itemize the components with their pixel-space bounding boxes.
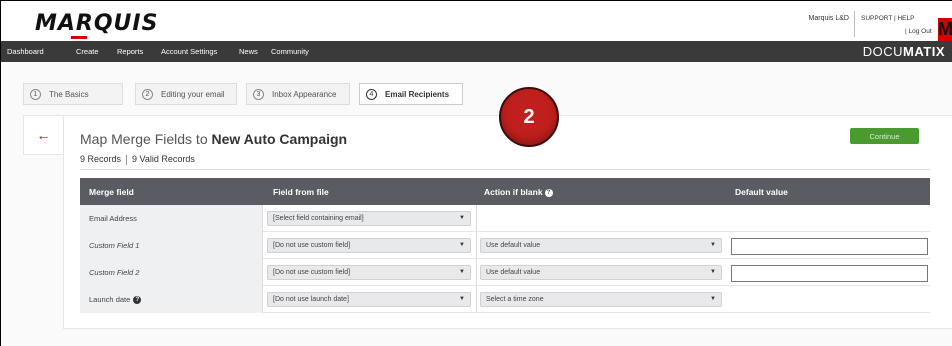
table-header: Merge field Field from file Action if bl…	[80, 178, 930, 205]
caret-down-icon: ▼	[459, 215, 465, 221]
caret-down-icon: ▼	[710, 296, 716, 302]
select-value: Use default value	[486, 242, 541, 249]
nav-community[interactable]: Community	[271, 47, 309, 56]
brand-light: DOCU	[862, 44, 904, 59]
header-default-value: Default value	[735, 187, 788, 197]
select-value: [Do not use custom field]	[273, 269, 351, 276]
brand-badge-icon: M	[938, 18, 952, 41]
annotation-badge: 2	[499, 87, 559, 147]
select-value: Select a time zone	[486, 296, 544, 303]
table-row: Launch date? [Do not use launch date] ▼ S…	[80, 286, 930, 313]
help-icon[interactable]: ?	[544, 188, 553, 197]
column-divider	[476, 232, 477, 259]
app-window: MARQUIS Marquis L&D SUPPORT | HELP | Log…	[0, 0, 952, 346]
logout-link[interactable]: | Log Out	[905, 28, 932, 35]
select-value: Use default value	[486, 269, 541, 276]
action-select[interactable]: Use default value ▼	[480, 265, 722, 280]
nav-account-settings[interactable]: Account Settings	[161, 47, 217, 56]
step-email-recipients[interactable]: 4 Email Recipients	[359, 83, 463, 105]
step-label: Editing your email	[161, 89, 225, 99]
header-divider	[854, 11, 855, 37]
step-inbox-appearance[interactable]: 3 Inbox Appearance	[246, 83, 350, 105]
table-row: Custom Field 2 [Do not use custom field]…	[80, 259, 930, 286]
page-title: Map Merge Fields to New Auto Campaign	[80, 131, 347, 147]
default-value-input[interactable]	[731, 265, 928, 282]
back-arrow-icon[interactable]: ←	[23, 115, 63, 155]
step-number: 4	[366, 88, 377, 100]
table-row: Email Address [Select field containing e…	[80, 205, 930, 232]
select-value: [Do not use custom field]	[273, 242, 351, 249]
caret-down-icon: ▼	[459, 296, 465, 302]
table-row: Custom Field 1 [Do not use custom field]…	[80, 232, 930, 259]
marquis-logo[interactable]: MARQUIS	[35, 11, 158, 36]
select-value: [Do not use launch date]	[273, 296, 349, 303]
continue-button[interactable]: Continue	[850, 128, 919, 144]
top-header: MARQUIS Marquis L&D SUPPORT | HELP | Log…	[1, 1, 952, 41]
valid-records-count: 9 Valid Records	[132, 154, 195, 164]
nav-create[interactable]: Create	[76, 47, 99, 56]
column-divider	[476, 259, 477, 286]
step-label: Inbox Appearance	[272, 89, 337, 99]
caret-down-icon: ▼	[710, 242, 716, 248]
nav-dashboard[interactable]: Dashboard	[7, 47, 44, 56]
logo-accent	[71, 36, 87, 39]
title-prefix: Map Merge Fields to	[80, 131, 208, 147]
user-name: Marquis L&D	[808, 15, 849, 22]
header-field-from-file: Field from file	[273, 187, 329, 197]
divider	[80, 169, 930, 170]
header-merge-field: Merge field	[89, 187, 134, 197]
help-icon[interactable]: ?	[133, 295, 142, 304]
step-number: 1	[30, 88, 41, 100]
row-label: Custom Field 1	[80, 232, 263, 259]
caret-down-icon: ▼	[459, 242, 465, 248]
campaign-name: New Auto Campaign	[211, 131, 348, 147]
support-help-link[interactable]: SUPPORT | HELP	[861, 15, 914, 22]
step-the-basics[interactable]: 1 The Basics	[23, 83, 123, 105]
action-select[interactable]: Use default value ▼	[480, 238, 722, 253]
field-select[interactable]: [Do not use custom field] ▼	[267, 265, 471, 280]
records-divider	[126, 154, 128, 165]
row-label: Launch date?	[80, 286, 263, 313]
row-label: Email Address	[80, 205, 263, 232]
field-select[interactable]: [Do not use custom field] ▼	[267, 238, 471, 253]
brand-bold: MATIX	[903, 44, 945, 59]
step-editing-email[interactable]: 2 Editing your email	[135, 83, 237, 105]
main-nav: Dashboard Create Reports Account Setting…	[1, 41, 952, 62]
step-label: Email Recipients	[385, 89, 450, 99]
nav-news[interactable]: News	[239, 47, 258, 56]
header-action-label: Action if blank	[484, 187, 543, 197]
field-select[interactable]: [Do not use launch date] ▼	[267, 292, 471, 307]
select-value: [Select field containing email]	[273, 215, 364, 222]
records-summary: 9 Records 9 Valid Records	[80, 154, 195, 165]
row-label-text: Launch date	[89, 295, 131, 304]
step-number: 2	[142, 88, 153, 100]
column-divider	[476, 205, 477, 232]
row-label: Custom Field 2	[80, 259, 263, 286]
timezone-select[interactable]: Select a time zone ▼	[480, 292, 722, 307]
step-label: The Basics	[49, 89, 89, 99]
column-divider	[476, 286, 477, 313]
default-value-input[interactable]	[731, 238, 928, 255]
caret-down-icon: ▼	[710, 269, 716, 275]
step-number: 3	[253, 88, 264, 100]
records-count: 9 Records	[80, 154, 122, 164]
caret-down-icon: ▼	[459, 269, 465, 275]
header-action-if-blank: Action if blank?	[484, 187, 553, 197]
field-select[interactable]: [Select field containing email] ▼	[267, 211, 471, 226]
nav-reports[interactable]: Reports	[117, 47, 143, 56]
documatix-brand: DOCUMATIX	[863, 44, 945, 59]
